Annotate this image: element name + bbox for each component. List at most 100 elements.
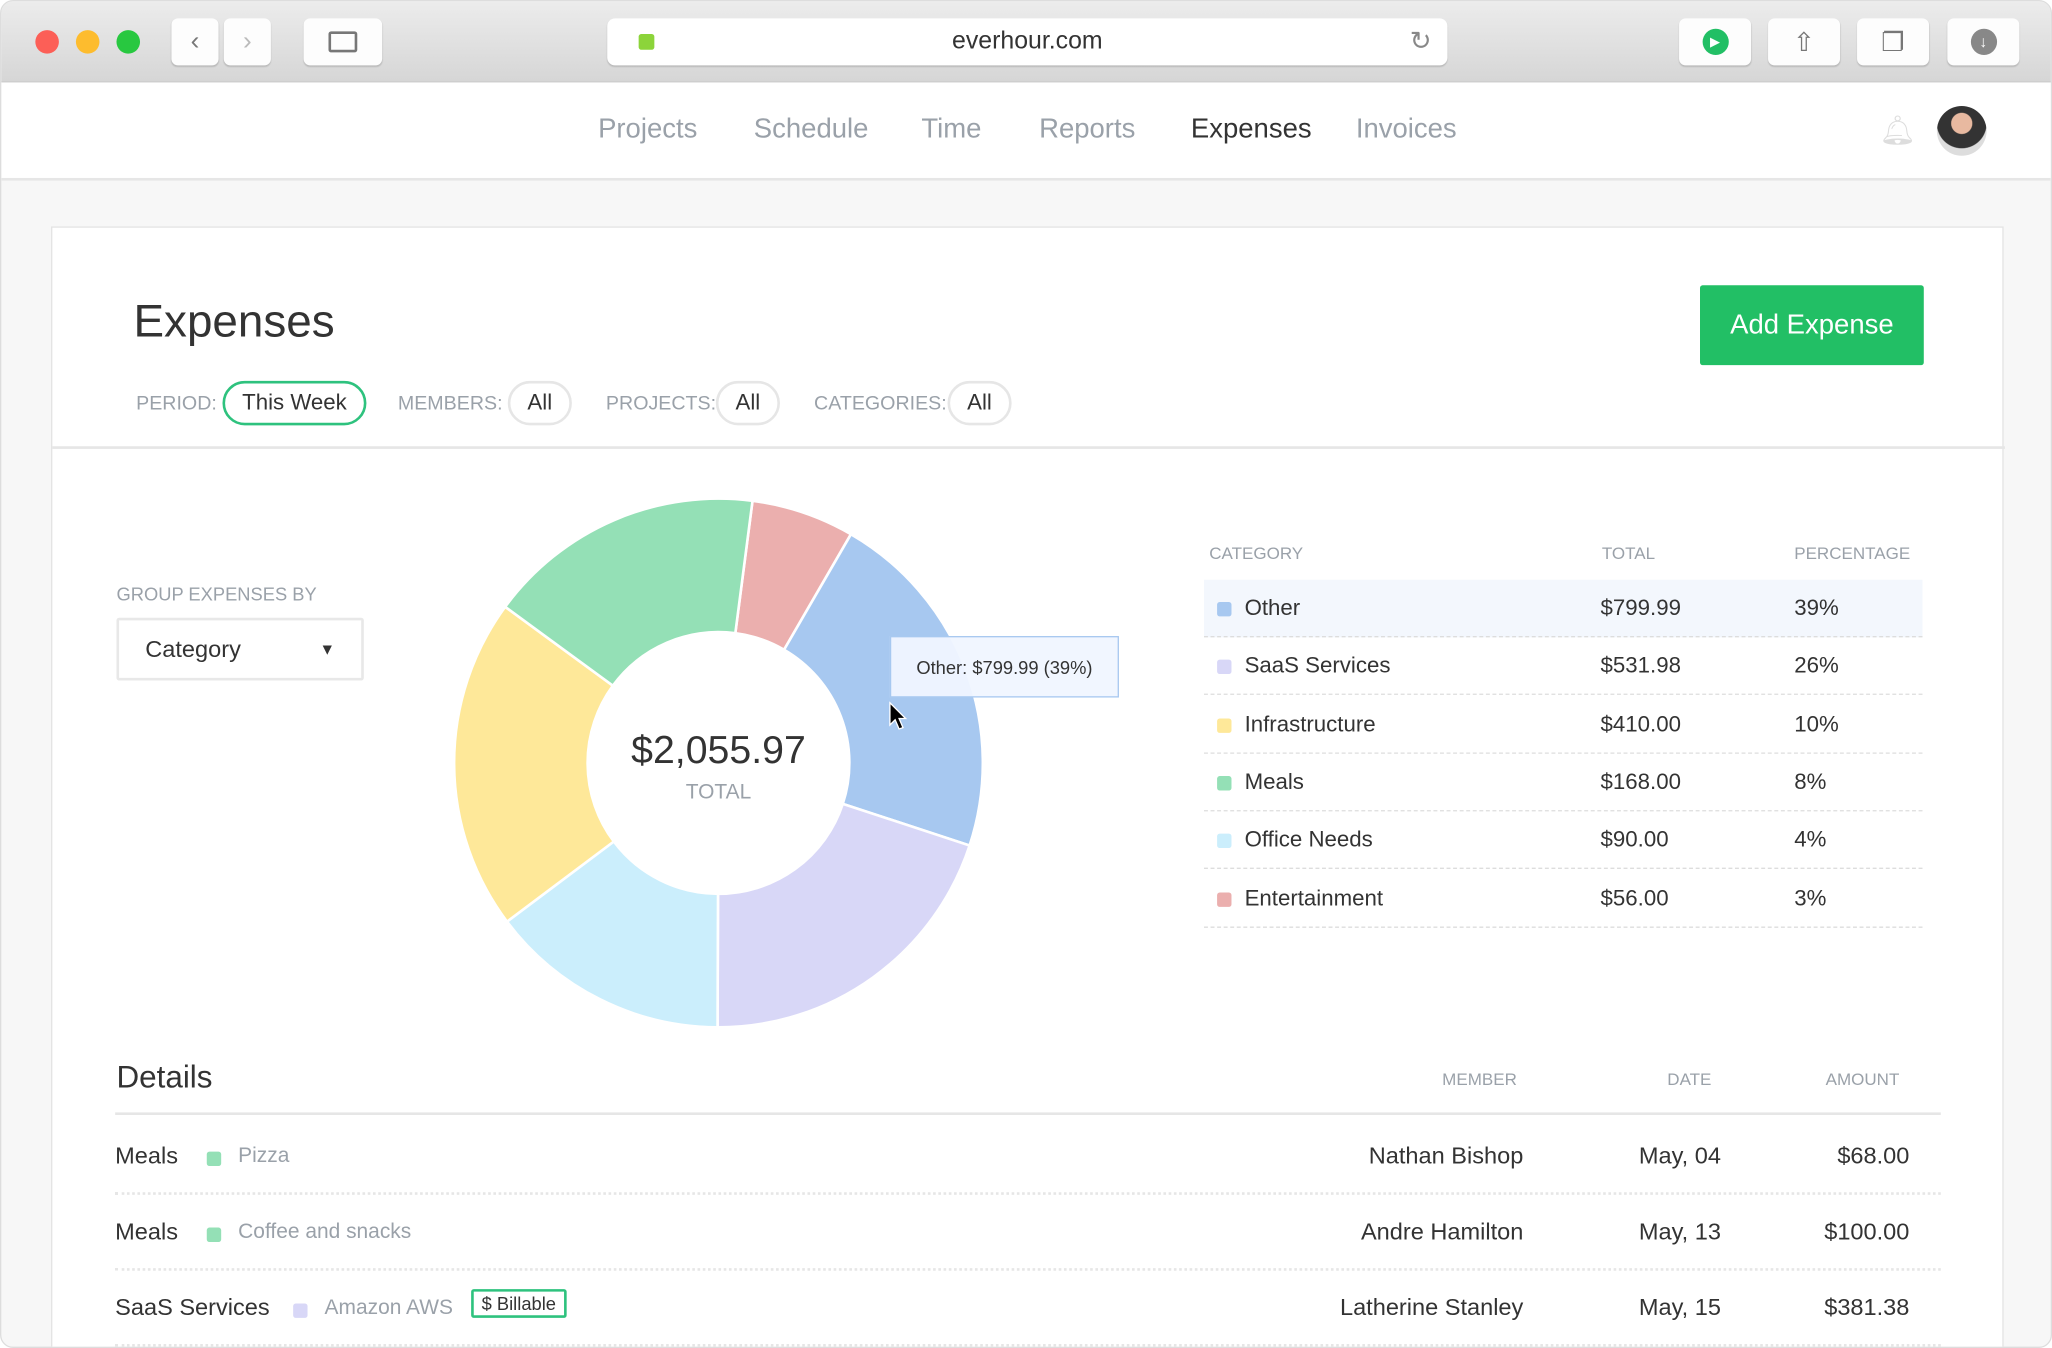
category-name: Other — [1244, 595, 1301, 621]
members-filter[interactable]: All — [507, 380, 572, 426]
expense-category: Meals — [115, 1218, 179, 1245]
period-filter[interactable]: This Week — [222, 380, 367, 426]
summary-header-category: CATEGORY — [1209, 543, 1304, 563]
chevron-left-icon: ‹ — [190, 26, 200, 56]
category-color-swatch — [206, 1227, 222, 1242]
category-total: $410.00 — [1600, 711, 1681, 737]
expense-date: May, 04 — [1638, 1142, 1721, 1169]
play-icon: ▶ — [1701, 28, 1729, 55]
category-color-swatch — [1217, 833, 1232, 849]
donut-total: $2,055.97 — [631, 728, 806, 773]
details-header-amount: AMOUNT — [1825, 1069, 1900, 1089]
category-color-swatch — [1217, 891, 1232, 907]
summary-row[interactable]: Infrastructure $410.00 10% — [1204, 696, 1923, 754]
add-expense-button[interactable]: Add Expense — [1700, 285, 1924, 366]
page-title: Expenses — [133, 295, 335, 347]
nav-time[interactable]: Time — [921, 114, 981, 145]
category-name: Office Needs — [1244, 827, 1373, 853]
expense-row[interactable]: Meals Pizza Nathan Bishop May, 04 $68.00 — [115, 1119, 1941, 1195]
details-title: Details — [116, 1060, 213, 1096]
details-header-date: DATE — [1667, 1069, 1712, 1089]
categories-label: CATEGORIES: — [814, 392, 947, 415]
play-extension-button[interactable]: ▶ — [1679, 18, 1752, 66]
expense-note: Coffee and snacks — [238, 1221, 412, 1244]
category-color-swatch — [1217, 659, 1232, 675]
nav-reports[interactable]: Reports — [1039, 114, 1135, 145]
category-percentage: 8% — [1794, 769, 1827, 795]
expense-row[interactable]: SaaS Services Amazon AWS $ Billable Lather… — [115, 1271, 1941, 1347]
projects-filter[interactable]: All — [715, 380, 780, 426]
share-icon: ⇧ — [1793, 28, 1816, 57]
divider — [115, 1112, 1941, 1116]
expense-member: Latherine Stanley — [1339, 1294, 1524, 1321]
sidebar-toggle-button[interactable] — [303, 18, 383, 66]
expense-date: May, 13 — [1638, 1218, 1721, 1245]
members-label: MEMBERS: — [397, 392, 503, 415]
summary-row[interactable]: Meals $168.00 8% — [1204, 754, 1923, 812]
maximize-window-button[interactable] — [116, 30, 141, 54]
summary-row[interactable]: SaaS Services $531.98 26% — [1204, 638, 1923, 696]
group-by-select[interactable]: Category ▼ — [116, 617, 364, 681]
expense-note: Pizza — [238, 1145, 290, 1168]
categories-filter[interactable]: All — [947, 380, 1012, 426]
nav-invoices[interactable]: Invoices — [1356, 114, 1457, 145]
category-name: Infrastructure — [1244, 711, 1376, 737]
expense-date: May, 15 — [1638, 1294, 1721, 1321]
summary-row[interactable]: Office Needs $90.00 4% — [1204, 812, 1923, 870]
nav-schedule[interactable]: Schedule — [754, 114, 869, 145]
summary-header-percentage: PERCENTAGE — [1794, 543, 1911, 563]
minimize-window-button[interactable] — [75, 30, 100, 54]
tabs-icon: ❐ — [1881, 28, 1905, 57]
forward-button[interactable]: › — [223, 18, 271, 66]
close-window-button[interactable] — [35, 30, 59, 54]
category-color-swatch — [293, 1303, 308, 1318]
donut-total-label: TOTAL — [685, 781, 752, 804]
lock-icon — [638, 34, 655, 50]
donut-center: $2,055.97 TOTAL — [575, 729, 863, 805]
donut-slice-saas-services[interactable] — [716, 802, 972, 1029]
downloads-button[interactable]: ↓ — [1947, 18, 2020, 66]
nav-projects[interactable]: Projects — [598, 114, 697, 145]
sidebar-icon — [328, 31, 358, 53]
summary-row[interactable]: Entertainment $56.00 3% — [1204, 870, 1923, 928]
category-percentage: 3% — [1794, 885, 1827, 911]
group-by-value: Category — [145, 635, 241, 662]
category-total: $168.00 — [1600, 769, 1681, 795]
expense-category: SaaS Services — [115, 1294, 270, 1321]
chart-tooltip: Other: $799.99 (39%) — [889, 636, 1119, 698]
category-color-swatch — [1217, 775, 1232, 791]
tabs-button[interactable]: ❐ — [1857, 18, 1930, 66]
category-percentage: 4% — [1794, 827, 1827, 853]
expense-member: Nathan Bishop — [1368, 1142, 1524, 1169]
nav-expenses[interactable]: Expenses — [1191, 114, 1312, 145]
summary-row[interactable]: Other $799.99 39% — [1204, 579, 1923, 638]
expense-amount: $381.38 — [1824, 1294, 1910, 1321]
expense-row[interactable]: Meals Coffee and snacks Andre Hamilton Ma… — [115, 1195, 1941, 1271]
back-button[interactable]: ‹ — [171, 18, 219, 66]
details-header-member: MEMBER — [1442, 1069, 1517, 1089]
projects-label: PROJECTS: — [605, 392, 717, 415]
bell-icon[interactable]: 🔔︎ — [1879, 114, 1916, 148]
category-name: Meals — [1244, 769, 1304, 795]
expense-note: Amazon AWS — [324, 1296, 453, 1320]
expense-category: Meals — [115, 1142, 179, 1169]
billable-badge: $ Billable — [471, 1289, 567, 1318]
share-button[interactable]: ⇧ — [1768, 18, 1841, 66]
reload-icon[interactable]: ↻ — [1410, 25, 1432, 58]
browser-window: ‹ › everhour.com ↻ ▶ ⇧ ❐ ↓ Projects Sche… — [0, 0, 2052, 1348]
category-percentage: 39% — [1794, 595, 1839, 621]
expense-amount: $100.00 — [1824, 1218, 1910, 1245]
user-avatar[interactable] — [1936, 106, 1987, 156]
expenses-card: Expenses Add Expense PERIOD: This Week M… — [51, 226, 2005, 1347]
browser-toolbar: ‹ › everhour.com ↻ ▶ ⇧ ❐ ↓ — [1, 1, 2051, 83]
mouse-cursor-icon — [889, 701, 908, 730]
caret-down-icon: ▼ — [319, 639, 336, 659]
summary-header-total: TOTAL — [1601, 543, 1656, 563]
address-bar[interactable]: everhour.com ↻ — [607, 18, 1448, 66]
group-by-label: GROUP EXPENSES BY — [116, 583, 317, 605]
category-total: $531.98 — [1600, 653, 1681, 679]
expense-amount: $68.00 — [1837, 1142, 1910, 1169]
divider — [52, 446, 2005, 449]
category-name: SaaS Services — [1244, 653, 1391, 679]
download-icon: ↓ — [1970, 28, 1997, 55]
